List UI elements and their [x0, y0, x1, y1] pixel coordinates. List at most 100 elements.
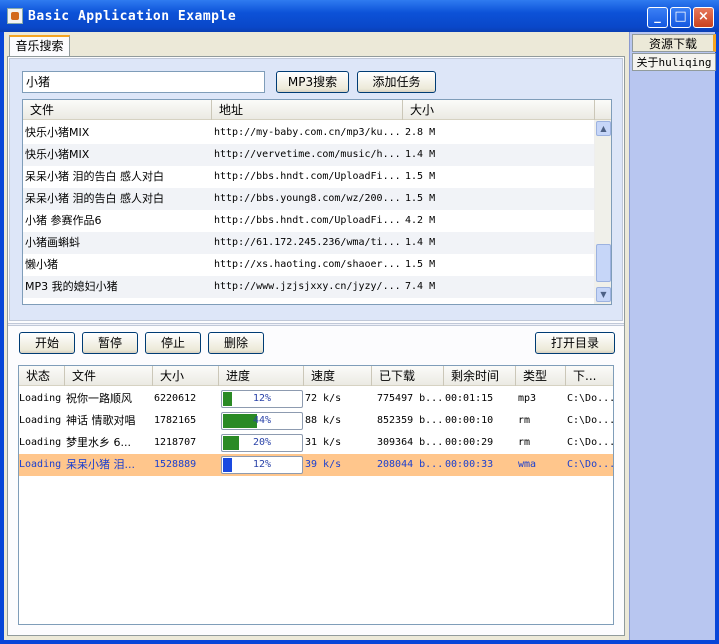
dl-type: rm — [518, 437, 531, 448]
result-file: 呆呆小猪 泪的告白 感人对白 — [25, 170, 164, 183]
download-row[interactable]: Loading 祝你一路顺风 6220612 12% 72 k/s 775497 b...… — [19, 388, 614, 410]
tab-music-search[interactable]: 音乐搜索 — [9, 35, 70, 56]
dl-size: 1528889 — [154, 459, 197, 470]
dl-remaining: 00:00:29 — [445, 437, 494, 448]
scroll-down-icon[interactable]: ▼ — [596, 287, 611, 302]
dl-size: 1782165 — [154, 415, 197, 426]
minimize-button[interactable]: _ — [647, 7, 668, 28]
scroll-up-icon[interactable]: ▲ — [596, 121, 611, 136]
delete-button[interactable]: 删除 — [208, 332, 264, 354]
result-url: http://61.172.245.236/wma/ti... — [214, 237, 401, 248]
side-tab-strip: 资源下载 关于huliqing — [629, 32, 716, 640]
dl-file: 神话 情歌对唱 — [66, 414, 136, 427]
result-size: 1.4 M — [405, 237, 436, 248]
search-input[interactable]: 小猪 — [22, 71, 265, 93]
start-button[interactable]: 开始 — [19, 332, 75, 354]
dl-progress-bar: 12% — [221, 456, 303, 474]
dl-speed: 72 k/s — [305, 393, 342, 404]
dl-size: 6220612 — [154, 393, 197, 404]
dl-type: rm — [518, 415, 531, 426]
download-row[interactable]: Loading 呆呆小猪 泪... 1528889 12% 39 k/s 208044 b… — [19, 454, 614, 476]
title-bar[interactable]: Basic Application Example _ □ × — [0, 0, 719, 32]
column-downloaded[interactable]: 已下载 — [372, 366, 444, 386]
maximize-button[interactable]: □ — [670, 7, 691, 28]
column-type[interactable]: 类型 — [516, 366, 566, 386]
dl-progress-text: 20% — [252, 437, 272, 448]
dl-downloaded: 208044 b... — [377, 459, 443, 470]
dl-size: 1218707 — [154, 437, 197, 448]
result-file: MP3 我的媳妇小猪 — [25, 280, 118, 293]
search-results-table: 文件 地址 大小 快乐小猪MIX http://my-baby.com.cn/mp… — [22, 99, 612, 305]
download-row[interactable]: Loading 神话 情歌对唱 1782165 44% 88 k/s 852359 b..… — [19, 410, 614, 432]
dl-progress-text: 44% — [252, 415, 272, 426]
result-row[interactable]: 小猪 参赛作品6 http://bbs.hndt.com/UploadFi... 4… — [23, 210, 595, 232]
dl-path: C:\Do... — [567, 415, 614, 426]
result-size: 2.8 M — [405, 127, 436, 138]
dl-status: Loading — [19, 415, 62, 426]
dl-progress-bar: 20% — [221, 434, 303, 452]
result-row[interactable]: 小猪画蝌蚪 http://61.172.245.236/wma/ti... 1.4 … — [23, 232, 595, 254]
result-row[interactable]: 呆呆小猪 泪的告白 感人对白 http://bbs.young8.com/wz/2… — [23, 188, 595, 210]
add-task-button[interactable]: 添加任务 — [357, 71, 436, 93]
column-dl-file[interactable]: 文件 — [65, 366, 153, 386]
column-size[interactable]: 大小 — [403, 100, 595, 120]
column-url[interactable]: 地址 — [212, 100, 403, 120]
result-file: 快乐小猪MIX — [25, 148, 90, 161]
split-divider[interactable] — [8, 323, 624, 326]
result-url: http://bbs.hndt.com/UploadFi... — [214, 215, 401, 226]
tab-resource-download[interactable]: 资源下载 — [632, 34, 716, 52]
dl-path: C:\Do... — [567, 459, 614, 470]
tab-about[interactable]: 关于huliqing — [632, 53, 716, 71]
column-file[interactable]: 文件 — [23, 100, 212, 120]
result-url: http://bbs.hndt.com/UploadFi... — [214, 171, 401, 182]
result-file: 呆呆小猪 泪的告白 感人对白 — [25, 192, 164, 205]
column-dl-size[interactable]: 大小 — [153, 366, 219, 386]
result-url: http://bbs.young8.com/wz/200... — [214, 193, 401, 204]
result-row[interactable]: 懒小猪 http://xs.haoting.com/shaoer... 1.5 M — [23, 254, 595, 276]
column-remaining[interactable]: 剩余时间 — [444, 366, 516, 386]
result-size: 4.2 M — [405, 215, 436, 226]
download-row[interactable]: Loading 梦里水乡 6... 1218707 20% 31 k/s 309364 b… — [19, 432, 613, 454]
dl-downloaded: 309364 b... — [377, 437, 443, 448]
scroll-thumb[interactable] — [596, 244, 611, 282]
result-row[interactable]: 快乐小猪MIX http://vervetime.com/music/h... 1.… — [23, 144, 595, 166]
results-header: 文件 地址 大小 — [23, 100, 611, 120]
results-scrollbar[interactable]: ▲ ▼ — [594, 120, 611, 304]
dl-status: Loading — [19, 437, 62, 448]
download-tasks-table: 状态 文件 大小 进度 速度 已下载 剩余时间 类型 下... Loading 祝… — [18, 365, 614, 625]
window-content: 音乐搜索 小猪 MP3搜索 添加任务 文件 地址 大小 快乐小猪MIX http:… — [4, 32, 716, 640]
result-size: 1.5 M — [405, 171, 436, 182]
dl-progress-text: 12% — [252, 393, 272, 404]
dl-file: 呆呆小猪 泪... — [66, 458, 135, 471]
dl-speed: 88 k/s — [305, 415, 342, 426]
result-file: 懒小猪 — [25, 258, 58, 271]
dl-type: wma — [518, 459, 537, 470]
mp3-search-button[interactable]: MP3搜索 — [276, 71, 349, 93]
column-progress[interactable]: 进度 — [219, 366, 304, 386]
dl-progress-text: 12% — [252, 459, 272, 470]
window-title: Basic Application Example — [28, 9, 237, 24]
result-file: 小猪画蝌蚪 — [25, 236, 80, 249]
result-url: http://www.jzjsjxxy.cn/jyzy/... — [214, 281, 401, 292]
downloads-header: 状态 文件 大小 进度 速度 已下载 剩余时间 类型 下... — [19, 366, 613, 386]
result-size: 1.4 M — [405, 149, 436, 160]
dl-path: C:\Do... — [567, 393, 614, 404]
result-file: 快乐小猪MIX — [25, 126, 90, 139]
column-status[interactable]: 状态 — [19, 366, 65, 386]
column-path[interactable]: 下... — [566, 366, 613, 386]
result-row[interactable]: 呆呆小猪 泪的告白 感人对白 http://bbs.hndt.com/Upload… — [23, 166, 595, 188]
dl-speed: 31 k/s — [305, 437, 342, 448]
result-row[interactable]: 快乐小猪MIX http://my-baby.com.cn/mp3/ku... 2.… — [23, 122, 595, 144]
column-speed[interactable]: 速度 — [304, 366, 372, 386]
search-area: 小猪 MP3搜索 添加任务 文件 地址 大小 快乐小猪MIX http://my-… — [9, 58, 623, 321]
java-app-icon — [7, 8, 23, 24]
stop-button[interactable]: 停止 — [145, 332, 201, 354]
pause-button[interactable]: 暂停 — [82, 332, 138, 354]
result-url: http://my-baby.com.cn/mp3/ku... — [214, 127, 401, 138]
result-row[interactable]: MP3 我的媳妇小猪 http://www.jzjsjxxy.cn/jyzy/..… — [23, 276, 595, 298]
result-file: 小猪 参赛作品6 — [25, 214, 102, 227]
close-button[interactable]: × — [693, 7, 714, 28]
dl-downloaded: 852359 b... — [377, 415, 443, 426]
result-size: 1.5 M — [405, 193, 436, 204]
open-directory-button[interactable]: 打开目录 — [535, 332, 615, 354]
